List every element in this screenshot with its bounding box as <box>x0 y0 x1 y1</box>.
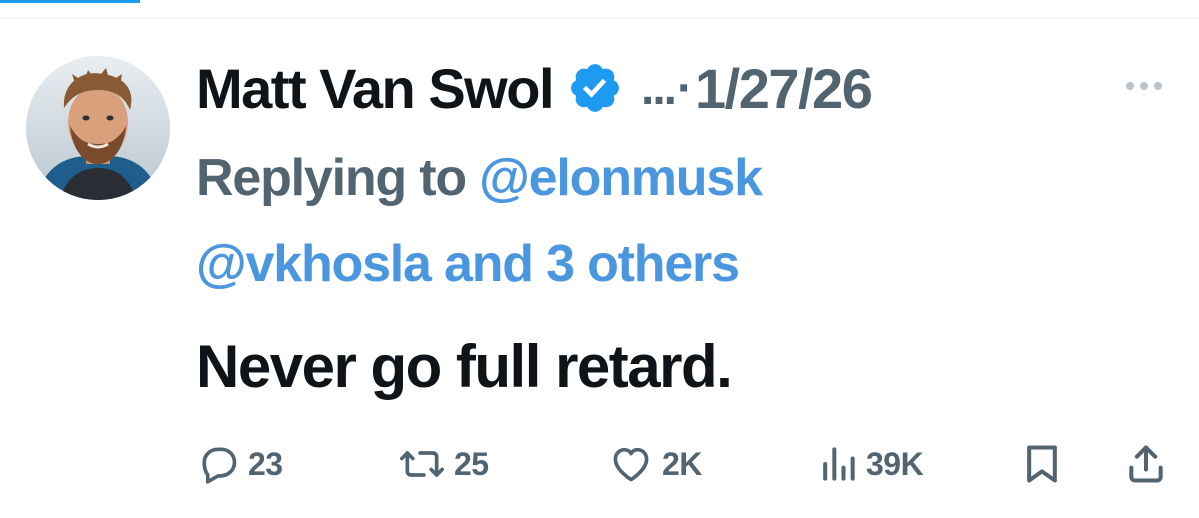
mention-link-vkhosla[interactable]: @vkhosla <box>196 235 432 293</box>
replying-to-label: Replying to <box>196 149 467 207</box>
separator-dot: · <box>677 61 693 115</box>
replying-to-line: Replying to @elonmusk <box>196 148 763 208</box>
more-dot-icon <box>1140 82 1148 90</box>
more-dot-icon <box>1154 82 1162 90</box>
share-button[interactable] <box>1124 440 1168 488</box>
views-icon <box>823 447 855 481</box>
tweet-text: Never go full retard. <box>196 333 733 400</box>
reply-icon <box>202 447 237 484</box>
reply-button[interactable]: 23 <box>196 440 283 488</box>
tweet-header: Matt Van Swol ... · 1/27/26 <box>196 56 873 121</box>
repost-button[interactable]: 25 <box>398 440 489 488</box>
more-dot-icon <box>1126 82 1134 90</box>
views-button[interactable]: 39K <box>818 440 924 488</box>
avatar-photo-icon <box>26 56 170 200</box>
top-divider <box>0 18 1199 19</box>
bookmark-icon <box>1027 445 1057 483</box>
tab-indicator <box>0 0 140 3</box>
tweet-timestamp[interactable]: 1/27/26 <box>695 56 873 121</box>
repost-icon <box>400 451 444 477</box>
repost-count: 25 <box>454 445 489 482</box>
tweet-view: Matt Van Swol ... · 1/27/26 Replying to … <box>0 0 1199 518</box>
more-options-button[interactable] <box>1120 74 1168 98</box>
views-count: 39K <box>866 445 924 482</box>
mention-link-elonmusk[interactable]: @elonmusk <box>479 149 763 207</box>
verified-badge-icon <box>567 60 623 116</box>
bookmark-button[interactable] <box>1022 440 1062 488</box>
like-count: 2K <box>662 445 702 482</box>
share-icon <box>1129 445 1163 483</box>
author-handle-truncated[interactable]: ... <box>641 61 677 116</box>
reply-count: 23 <box>248 445 283 482</box>
author-display-name[interactable]: Matt Van Swol <box>196 56 555 121</box>
like-button[interactable]: 2K <box>608 440 702 488</box>
like-icon <box>613 447 649 482</box>
avatar[interactable] <box>26 56 170 200</box>
replying-to-line-2: @vkhosla and 3 others <box>196 234 740 294</box>
others-link[interactable]: and 3 others <box>444 235 740 293</box>
